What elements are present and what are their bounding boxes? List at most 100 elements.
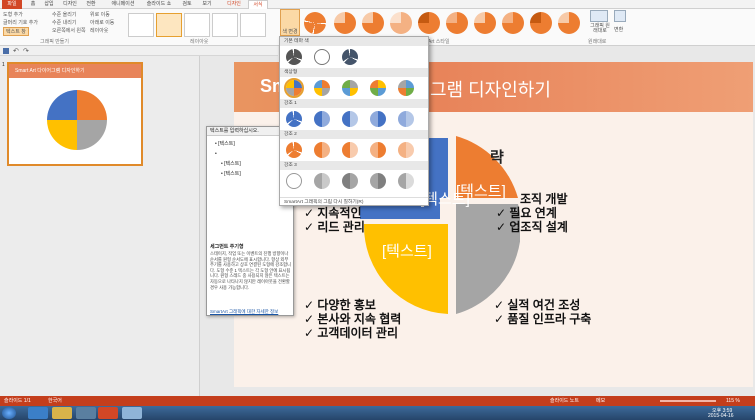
notes-button[interactable]: 슬라이드 노트 (550, 396, 579, 406)
segment-label-yellow[interactable]: [텍스트] (382, 240, 432, 261)
group-label-reset: 원래대로 (588, 39, 607, 45)
color-option[interactable] (314, 173, 330, 189)
tab-view[interactable]: 보기 (200, 0, 214, 9)
start-button-icon[interactable] (2, 407, 16, 419)
tab-insert[interactable]: 삽입 (42, 0, 56, 9)
tab-smartart-design[interactable]: 디자인 (224, 0, 244, 9)
promote-button[interactable]: 수준 올리기 (52, 11, 76, 18)
art-style-thumb[interactable] (362, 12, 384, 34)
language-indicator[interactable]: 한국어 (48, 396, 62, 406)
layout-option[interactable] (240, 13, 266, 37)
add-shape-button[interactable]: 도형 추가 (3, 11, 23, 18)
smartart-help-link[interactable]: SmartArt 그래픽에 대한 자세한 정보 (210, 309, 278, 315)
color-option[interactable] (342, 173, 358, 189)
reset-graphic-button[interactable]: 그래픽 원래대로 (588, 24, 612, 34)
quick-access-toolbar: ↶ ↷ (0, 46, 278, 56)
tab-transitions[interactable]: 전환 (84, 0, 98, 9)
demote-button[interactable]: 수준 내리기 (52, 19, 76, 26)
tab-review[interactable]: 검토 (180, 0, 194, 9)
section-primary-theme: 기본 테마 색 (280, 37, 428, 46)
segment-yellow[interactable] (363, 224, 448, 314)
layout-option[interactable] (212, 13, 238, 37)
save-icon[interactable] (3, 48, 9, 54)
color-option[interactable] (286, 49, 302, 65)
group-label-create-graphic: 그래픽 만들기 (40, 39, 69, 45)
art-style-thumb[interactable] (446, 12, 468, 34)
tab-design[interactable]: 디자인 (60, 0, 80, 9)
comments-button[interactable]: 메모 (596, 396, 605, 406)
undo-icon[interactable]: ↶ (13, 47, 19, 55)
slide-counter: 슬라이드 1/1 (4, 398, 31, 404)
layout-button[interactable]: 레이아웃 (90, 27, 108, 34)
explorer-icon[interactable] (52, 407, 72, 419)
tab-animations[interactable]: 애니메이션 (106, 0, 140, 9)
bullet-br-2: ✓ 품질 인프라 구축 (494, 312, 592, 326)
group-label-art-styles: Art 스타일 (428, 39, 450, 45)
color-option[interactable] (286, 111, 302, 127)
slide-title-right[interactable]: 그램 디자인하기 (430, 76, 551, 102)
color-option[interactable] (398, 111, 414, 127)
clock-date[interactable]: 2015-04-16 (708, 413, 734, 419)
tab-slideshow[interactable]: 슬라이드 쇼 (144, 0, 174, 9)
color-option[interactable] (286, 142, 302, 158)
zoom-level[interactable]: 115 % (726, 396, 740, 406)
right-to-left-button[interactable]: 오른쪽에서 왼쪽 (52, 27, 86, 34)
slide-thumbnail[interactable]: Smart Art 다이어그램 디자인하기 (7, 62, 143, 166)
art-style-thumb[interactable] (474, 12, 496, 34)
tab-file[interactable]: 파일 (2, 0, 22, 9)
art-style-thumb[interactable] (304, 12, 326, 34)
change-colors-button[interactable]: 색 변경 (280, 9, 300, 36)
art-style-thumb[interactable] (390, 12, 412, 34)
color-option[interactable] (314, 111, 330, 127)
section-colorful: 색상형 (280, 68, 428, 77)
thumbnail-number: 1 (2, 62, 5, 68)
section-accent-1: 강조 1 (280, 99, 428, 108)
color-option[interactable] (370, 111, 386, 127)
media-icon[interactable] (76, 407, 96, 419)
powerpoint-icon[interactable] (98, 407, 118, 419)
text-pane-button[interactable]: 텍스트 창 (3, 27, 29, 36)
layout-option-selected[interactable] (156, 13, 182, 37)
color-option[interactable] (398, 142, 414, 158)
slide-heading-partial[interactable]: 략 (490, 146, 504, 167)
layout-description: 스테이지, 작업 또는 이벤트의 진행 방향이나 순서를 원형 순서도에 표시합… (210, 251, 292, 290)
move-up-button[interactable]: 위로 이동 (90, 11, 110, 18)
color-option[interactable] (342, 49, 358, 65)
zoom-slider[interactable] (660, 400, 716, 402)
windows-taskbar: 오후 3:59 2015-04-16 (0, 406, 755, 420)
bullet-tr-3: ✓ 업조직 설계 (496, 220, 568, 234)
redo-icon[interactable]: ↷ (23, 47, 29, 55)
move-down-button[interactable]: 아래로 이동 (90, 19, 114, 26)
color-option[interactable] (314, 142, 330, 158)
bullet-bl-3: ✓ 고객데이터 관리 (304, 326, 399, 340)
convert-button[interactable]: 변환 (614, 26, 623, 33)
layout-option[interactable] (184, 13, 210, 37)
tab-format[interactable]: 서식 (248, 0, 268, 9)
color-option[interactable] (342, 142, 358, 158)
color-option[interactable] (342, 80, 358, 96)
layout-option[interactable] (128, 13, 154, 37)
color-option[interactable] (370, 80, 386, 96)
recolor-pictures-option[interactable]: SmartArt 그래픽의 그림 다시 칠하기(R) (280, 197, 428, 206)
color-option[interactable] (398, 80, 414, 96)
art-style-thumb[interactable] (418, 12, 440, 34)
art-style-thumb[interactable] (558, 12, 580, 34)
add-bullet-button[interactable]: 글머리 기호 추가 (3, 19, 38, 26)
ie-icon[interactable] (28, 407, 48, 419)
color-option[interactable] (314, 49, 330, 65)
art-style-thumb[interactable] (502, 12, 524, 34)
color-option[interactable] (398, 173, 414, 189)
color-option[interactable] (342, 111, 358, 127)
reset-graphic-icon[interactable] (590, 10, 608, 22)
color-option[interactable] (370, 173, 386, 189)
tab-home[interactable]: 홈 (26, 0, 40, 9)
color-option[interactable] (286, 173, 302, 189)
color-option[interactable] (314, 80, 330, 96)
color-option[interactable] (370, 142, 386, 158)
app-icon[interactable] (122, 407, 142, 419)
color-option-selected[interactable] (284, 78, 304, 98)
convert-icon[interactable] (614, 10, 626, 22)
art-style-thumb[interactable] (530, 12, 552, 34)
art-style-thumb[interactable] (334, 12, 356, 34)
bullet-tl-2: ✓ 리드 관리 (304, 220, 365, 234)
